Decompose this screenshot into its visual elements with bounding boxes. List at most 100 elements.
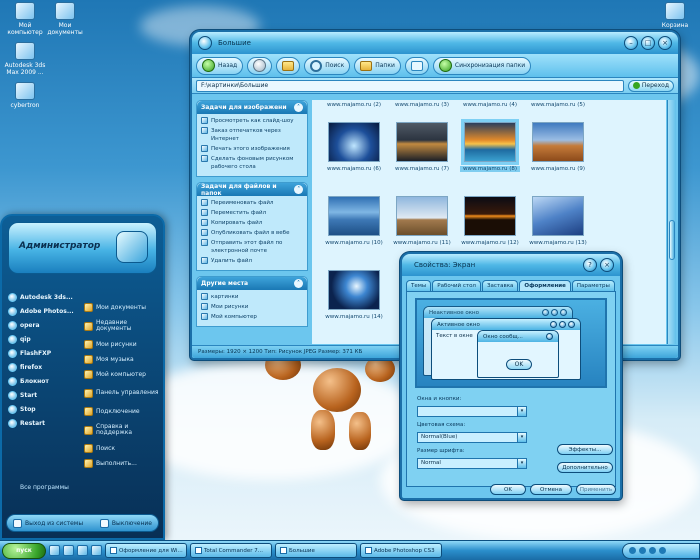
place-link[interactable]: картинки xyxy=(201,293,303,301)
tab-desktop[interactable]: Рабочий стол xyxy=(432,280,481,291)
tab-appearance[interactable]: Оформление xyxy=(519,280,571,291)
thumbnail-image[interactable] xyxy=(532,196,584,236)
tray-icon[interactable] xyxy=(649,547,656,554)
program-item[interactable]: qip xyxy=(8,332,82,346)
chevron-down-icon[interactable]: ▾ xyxy=(517,433,526,442)
desktop-icon-3dsmax[interactable]: Autodesk 3ds Max 2009 ... xyxy=(2,42,48,76)
program-item[interactable]: opera xyxy=(8,318,82,332)
thumbnail-image[interactable] xyxy=(532,122,584,162)
thumbnail-caption[interactable]: www.majamo.ru (3) xyxy=(392,102,452,108)
task-link[interactable]: Опубликовать файл в вебе xyxy=(201,229,303,237)
font-size-select[interactable]: Normal ▾ xyxy=(417,458,527,469)
forward-button[interactable] xyxy=(247,56,273,75)
thumbnail-image[interactable] xyxy=(396,122,448,162)
advanced-button[interactable]: Дополнительно xyxy=(557,462,613,473)
task-link[interactable]: Удалить файл xyxy=(201,257,303,265)
search-button[interactable]: Поиск xyxy=(304,56,351,75)
task-link[interactable]: Переименовать файл xyxy=(201,199,303,207)
place-item[interactable]: Выполнить... xyxy=(84,456,160,471)
chevron-up-icon[interactable]: ˄ xyxy=(294,185,303,194)
thumbnail-image[interactable] xyxy=(328,122,380,162)
tab-screensaver[interactable]: Заставка xyxy=(481,280,519,291)
close-button[interactable]: × xyxy=(658,36,672,50)
program-item[interactable]: Stop xyxy=(8,402,82,416)
program-item[interactable]: Блокнот xyxy=(8,374,82,388)
up-button[interactable] xyxy=(276,56,301,75)
place-link[interactable]: Мой компьютер xyxy=(201,313,303,321)
apply-button[interactable]: Применить xyxy=(576,484,616,495)
go-button[interactable]: Переход xyxy=(627,79,674,92)
taskbar-item[interactable]: Total Commander 7... xyxy=(190,543,272,558)
place-item[interactable]: Мои рисунки xyxy=(84,337,160,352)
start-button[interactable]: пуск xyxy=(2,542,46,559)
thumbnail-caption[interactable]: www.majamo.ru (5) xyxy=(528,102,588,108)
thumbnail-caption[interactable]: www.majamo.ru (2) xyxy=(324,102,384,108)
views-button[interactable] xyxy=(404,56,429,75)
panel-header[interactable]: Другие места ˄ xyxy=(197,277,307,290)
chevron-down-icon[interactable]: ▾ xyxy=(517,407,526,416)
cancel-button[interactable]: Отмена xyxy=(530,484,572,495)
program-item[interactable]: Adobe Photos... xyxy=(8,304,82,318)
program-item[interactable]: Restart xyxy=(8,416,82,430)
program-item[interactable]: FlashFXP xyxy=(8,346,82,360)
program-item[interactable]: Autodesk 3ds... xyxy=(8,290,82,304)
thumbnail-caption-selected[interactable]: www.majamo.ru (8) xyxy=(460,166,520,172)
tray-icon[interactable] xyxy=(659,547,666,554)
chevron-down-icon[interactable]: ▾ xyxy=(517,459,526,468)
shutdown-button[interactable]: Выключение xyxy=(99,518,152,528)
thumbnail-image[interactable] xyxy=(396,196,448,236)
thumbnail-caption[interactable]: www.majamo.ru (14) xyxy=(324,314,384,320)
panel-header[interactable]: Задачи для изображени ˄ xyxy=(197,101,307,114)
logoff-button[interactable]: Выход из системы xyxy=(13,518,83,528)
place-item[interactable]: Моя музыка xyxy=(84,352,160,367)
address-input[interactable]: F:\картинки\Большие xyxy=(196,79,624,92)
task-link[interactable]: Отправить этот файл по электронной почте xyxy=(201,239,303,255)
thumbnail-caption[interactable]: www.majamo.ru (12) xyxy=(460,240,520,246)
place-item[interactable]: Мой компьютер xyxy=(84,367,160,382)
back-button[interactable]: Назад xyxy=(196,56,244,75)
place-item[interactable]: Панель управления xyxy=(84,382,160,404)
place-item[interactable]: Поиск xyxy=(84,441,160,456)
thumbnail-caption[interactable]: www.majamo.ru (4) xyxy=(460,102,520,108)
color-scheme-select[interactable]: Normal(Blue) ▾ xyxy=(417,432,527,443)
chevron-up-icon[interactable]: ˄ xyxy=(294,103,303,112)
desktop-icon-my-documents[interactable]: Мои документы xyxy=(42,2,88,36)
place-item[interactable]: Мои документы xyxy=(84,300,160,315)
program-item[interactable]: Start xyxy=(8,388,82,402)
thumbnail-caption[interactable]: www.majamo.ru (10) xyxy=(324,240,384,246)
task-link[interactable]: Сделать фоновым рисунком рабочего стола xyxy=(201,155,303,171)
thumbnail-caption[interactable]: www.majamo.ru (9) xyxy=(528,166,588,172)
maximize-button[interactable]: □ xyxy=(641,36,655,50)
minimize-button[interactable]: – xyxy=(624,36,638,50)
tab-settings[interactable]: Параметры xyxy=(571,280,615,291)
taskbar-item[interactable]: Оформление для Wi... xyxy=(105,543,187,558)
tray-icon[interactable] xyxy=(629,547,636,554)
task-link[interactable]: Просмотреть как слайд-шоу xyxy=(201,117,303,125)
all-programs-button[interactable]: Все программы xyxy=(20,484,69,491)
quicklaunch-browser-icon[interactable] xyxy=(49,545,60,556)
user-avatar[interactable] xyxy=(116,231,148,263)
place-item[interactable]: Справка и поддержка xyxy=(84,419,160,441)
desktop-icon-cybertron[interactable]: cybertron xyxy=(2,82,48,109)
scrollbar-thumb[interactable] xyxy=(669,220,675,260)
program-item[interactable]: firefox xyxy=(8,360,82,374)
thumbnail-image[interactable] xyxy=(328,196,380,236)
chevron-up-icon[interactable]: ˄ xyxy=(294,279,303,288)
task-link[interactable]: Заказ отпечатков через Интернет xyxy=(201,127,303,143)
thumbnail-caption[interactable]: www.majamo.ru (11) xyxy=(392,240,452,246)
tab-themes[interactable]: Темы xyxy=(406,280,432,291)
folders-button[interactable]: Папки xyxy=(354,56,401,75)
ok-button[interactable]: OK xyxy=(490,484,526,495)
desktop-icon-recycle-bin[interactable]: Корзина xyxy=(652,2,698,29)
explorer-titlebar[interactable]: Большие – □ × xyxy=(192,32,678,54)
effects-button[interactable]: Эффекты... xyxy=(557,444,613,455)
place-link[interactable]: Мои рисунки xyxy=(201,303,303,311)
start-menu[interactable]: Администратор Autodesk 3ds... Adobe Phot… xyxy=(0,214,165,540)
thumbnail-image[interactable] xyxy=(464,196,516,236)
close-button[interactable]: × xyxy=(600,258,614,272)
taskbar-item-active[interactable]: Большие xyxy=(275,543,357,558)
task-link[interactable]: Переместить файл xyxy=(201,209,303,217)
panel-header[interactable]: Задачи для файлов и папок ˄ xyxy=(197,183,307,197)
quicklaunch-folder-icon[interactable] xyxy=(91,545,102,556)
vertical-scrollbar[interactable] xyxy=(667,100,676,344)
